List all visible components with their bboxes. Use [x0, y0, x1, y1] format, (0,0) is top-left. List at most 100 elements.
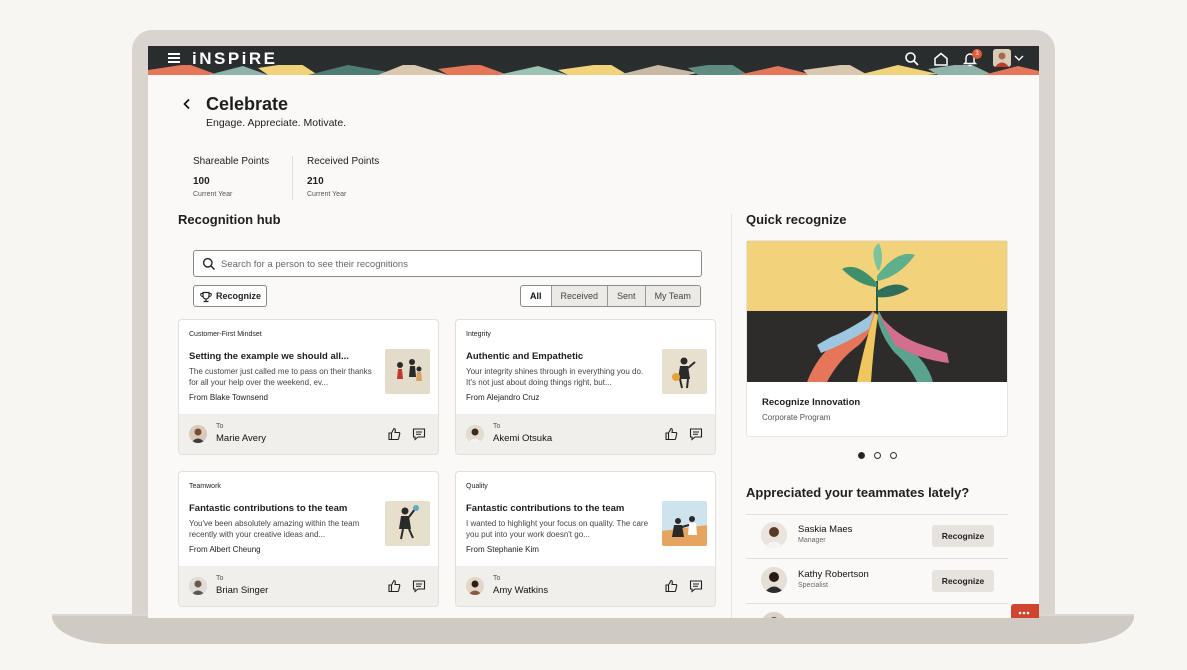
recognize-button-label: Recognize — [216, 291, 262, 301]
thumbs-up-icon[interactable] — [664, 427, 678, 441]
recipient-name: Brian Singer — [216, 585, 269, 596]
card-from: From Blake Townsend — [189, 393, 268, 402]
comment-icon[interactable] — [689, 579, 703, 593]
card-title: Fantastic contributions to the team — [466, 503, 625, 514]
card-illustration — [385, 349, 430, 394]
teammate-role: Manager — [798, 537, 826, 544]
shareable-points-value: 100 — [193, 176, 210, 187]
card-title: Fantastic contributions to the team — [189, 503, 348, 514]
notification-badge: 3 — [972, 49, 982, 59]
filter-tab-received[interactable]: Received — [550, 286, 608, 306]
promo-card[interactable]: Recognize Innovation Corporate Program — [746, 240, 1008, 437]
search-icon[interactable] — [904, 51, 920, 67]
card-body: The customer just called me to pass on t… — [189, 367, 372, 387]
carousel-dot-2[interactable] — [874, 452, 881, 459]
filter-tab-all[interactable]: All — [521, 286, 551, 306]
chat-icon — [1018, 611, 1030, 615]
comment-icon[interactable] — [412, 579, 426, 593]
quick-recognize-title: Quick recognize — [746, 212, 847, 227]
card-body: Your integrity shines through in everyth… — [466, 367, 644, 387]
received-points-label: Received Points — [307, 156, 380, 167]
laptop-base — [52, 616, 1134, 644]
filter-tab-sent[interactable]: Sent — [607, 286, 645, 306]
app-header: iNSPiRE 3 — [148, 46, 1039, 75]
teammate-row: Kathy Robertson Specialist Recognize — [746, 560, 1008, 604]
chat-widget-button[interactable] — [1011, 604, 1039, 618]
thumbs-up-icon[interactable] — [387, 427, 401, 441]
recipient-avatar — [189, 425, 207, 443]
carousel-dot-3[interactable] — [890, 452, 897, 459]
page-subtitle: Engage. Appreciate. Motivate. — [206, 117, 347, 129]
card-body: You've been absolutely amazing within th… — [189, 519, 360, 539]
card-from: From Albert Cheung — [189, 545, 261, 554]
filter-tab-my-team[interactable]: My Team — [644, 286, 700, 306]
menu-icon[interactable] — [168, 53, 180, 63]
comment-icon[interactable] — [689, 427, 703, 441]
teammates-title: Appreciated your teammates lately? — [746, 485, 970, 500]
to-label: To — [493, 423, 501, 430]
page-title: Celebrate — [206, 94, 289, 114]
thumbs-up-icon[interactable] — [387, 579, 401, 593]
card-category: Teamwork — [189, 483, 221, 490]
shareable-points: Shareable Points 100 Current Year — [193, 156, 269, 198]
card-title: Setting the example we should all... — [189, 351, 349, 362]
to-label: To — [493, 575, 501, 582]
recognition-card[interactable]: Customer-First Mindset Setting the examp… — [178, 319, 439, 455]
card-footer: To Akemi Otsuka — [456, 414, 715, 454]
teammate-role: Specialist — [798, 582, 828, 589]
search-box[interactable] — [193, 250, 702, 277]
card-category: Quality — [466, 483, 488, 490]
recognize-teammate-button[interactable]: Recognize — [932, 525, 994, 547]
received-points-period: Current Year — [307, 191, 347, 198]
teammate-avatar — [761, 522, 787, 548]
thumbs-up-icon[interactable] — [664, 579, 678, 593]
recipient-avatar — [189, 577, 207, 595]
recognition-hub-title: Recognition hub — [178, 212, 281, 227]
to-label: To — [216, 423, 224, 430]
points-divider — [292, 156, 293, 200]
received-points: Received Points 210 Current Year — [307, 156, 379, 198]
teammate-row: Saskia Maes Manager Recognize — [746, 515, 1008, 559]
card-title: Authentic and Empathetic — [466, 351, 584, 362]
card-footer: To Marie Avery — [179, 414, 438, 454]
carousel-dot-1[interactable] — [858, 452, 865, 459]
trophy-icon — [200, 291, 212, 303]
carousel-dots — [858, 452, 897, 459]
filter-tabs: All Received Sent My Team — [520, 285, 701, 307]
teammate-name: Saskia Maes — [798, 524, 853, 535]
promo-title: Recognize Innovation — [762, 397, 861, 408]
card-illustration — [662, 501, 707, 546]
teammate-name: Kathy Robertson — [798, 569, 869, 580]
user-avatar[interactable] — [993, 49, 1011, 67]
shareable-points-period: Current Year — [193, 191, 233, 198]
search-input[interactable] — [221, 256, 691, 272]
back-arrow-icon[interactable] — [181, 98, 193, 110]
card-category: Customer-First Mindset — [189, 331, 262, 338]
recognition-card[interactable]: Integrity Authentic and Empathetic Your … — [455, 319, 716, 455]
recognize-teammate-button[interactable]: Recognize — [932, 570, 994, 592]
comment-icon[interactable] — [412, 427, 426, 441]
recipient-avatar — [466, 577, 484, 595]
recipient-avatar — [466, 425, 484, 443]
column-divider — [731, 214, 732, 618]
teammate-avatar — [761, 612, 787, 618]
card-footer: To Amy Watkins — [456, 566, 715, 606]
received-points-value: 210 — [307, 176, 324, 187]
innovation-illustration — [747, 241, 1007, 382]
app-screen: iNSPiRE 3 Celebrate Engage. Appreciate. — [148, 46, 1039, 618]
to-label: To — [216, 575, 224, 582]
card-footer: To Brian Singer — [179, 566, 438, 606]
card-from: From Stephanie Kim — [466, 545, 539, 554]
recognition-card[interactable]: Teamwork Fantastic contributions to the … — [178, 471, 439, 607]
chevron-down-icon[interactable] — [1014, 54, 1024, 62]
teammate-avatar — [761, 567, 787, 593]
home-icon[interactable] — [933, 51, 949, 67]
recognize-button[interactable]: Recognize — [193, 285, 267, 307]
app-logo[interactable]: iNSPiRE — [192, 49, 278, 69]
recipient-name: Amy Watkins — [493, 585, 549, 596]
card-body: I wanted to highlight your focus on qual… — [466, 519, 649, 539]
card-illustration — [662, 349, 707, 394]
card-category: Integrity — [466, 331, 491, 338]
recognition-card[interactable]: Quality Fantastic contributions to the t… — [455, 471, 716, 607]
search-icon — [202, 257, 215, 270]
